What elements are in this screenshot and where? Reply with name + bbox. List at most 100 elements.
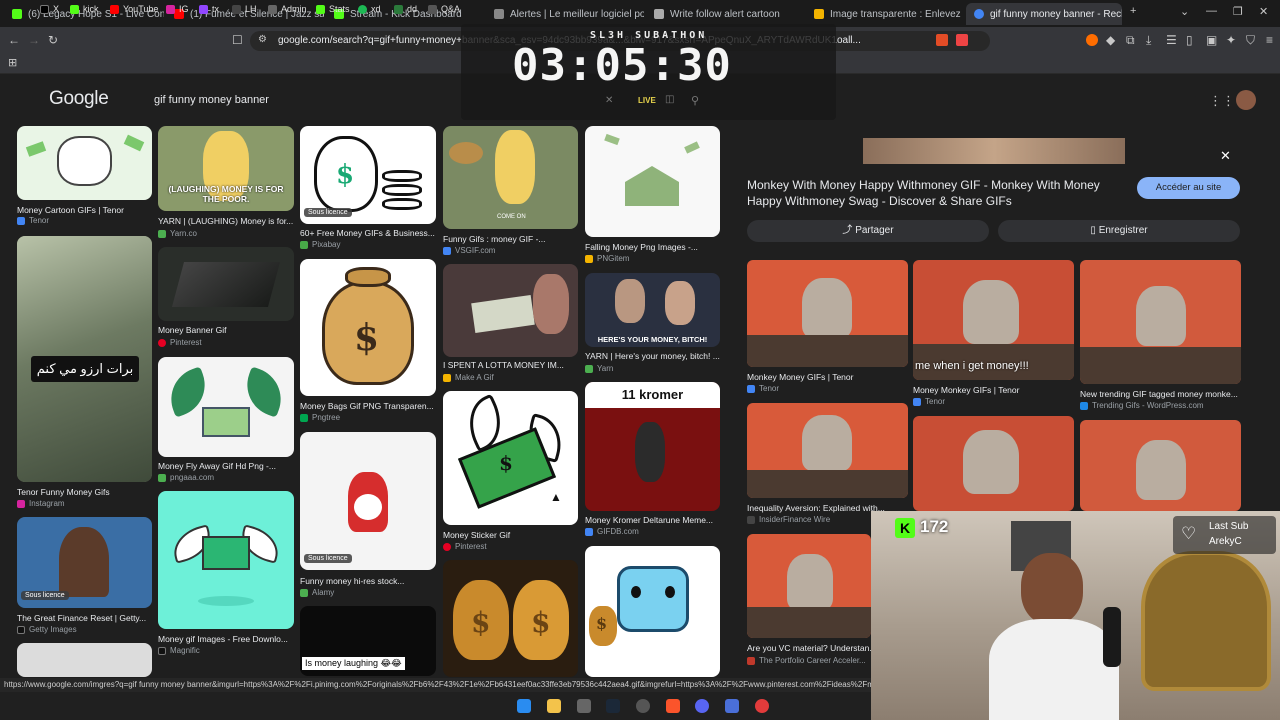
obs-icon[interactable] [636, 699, 650, 713]
puzzle-icon[interactable]: ⧉ [1126, 33, 1135, 48]
result-image[interactable] [17, 126, 152, 200]
result-image[interactable]: $ [585, 546, 720, 677]
steam-icon[interactable] [606, 699, 620, 713]
result-image[interactable] [158, 357, 294, 457]
minimize-icon[interactable]: — [1206, 5, 1217, 17]
search-input[interactable]: gif funny money banner [140, 86, 460, 114]
ai-icon[interactable]: ✦ [1226, 33, 1236, 47]
tab-google-search[interactable]: gif funny money banner - Rech✕ [966, 3, 1122, 25]
share-button[interactable]: ⤴ Partager [747, 220, 989, 242]
brave-extension-icon[interactable] [1086, 34, 1098, 46]
result-caption[interactable]: Money gif Images - Free Downlo... [158, 634, 296, 644]
related-caption[interactable]: New trending GIF tagged money monke... [1080, 389, 1240, 399]
extension-icon[interactable] [936, 34, 948, 46]
tab-alertes[interactable]: Alertes | Le meilleur logiciel pour l [486, 3, 644, 25]
result-image[interactable]: $ Sous licence [300, 126, 436, 224]
discord-icon[interactable] [695, 699, 709, 713]
back-icon[interactable]: ← [8, 33, 20, 47]
extension-icon[interactable] [956, 34, 968, 46]
result-caption[interactable]: 60+ Free Money GIFs & Business... [300, 228, 438, 238]
result-caption[interactable]: Funny money hi-res stock... [300, 576, 438, 586]
result-image[interactable]: HERE'S YOUR MONEY, BITCH! [585, 273, 720, 347]
result-image[interactable] [158, 247, 294, 321]
wallet-icon[interactable]: ▣ [1206, 33, 1217, 47]
related-caption[interactable]: Are you VC material? Understan... [747, 643, 871, 653]
result-image[interactable]: $ [300, 259, 436, 396]
related-caption[interactable]: Monkey Money GIFs | Tenor [747, 372, 907, 382]
result-caption[interactable]: YARN | Here's your money, bitch! ... [585, 351, 723, 361]
result-caption[interactable]: Money Bags Gif PNG Transparen... [300, 401, 438, 411]
panel-title[interactable]: Monkey With Money Happy Withmoney GIF - … [747, 177, 1117, 209]
search-icon[interactable]: ⚲ [691, 94, 699, 107]
site-info-icon[interactable]: ⚙ [258, 34, 267, 45]
maximize-icon[interactable]: ❐ [1233, 5, 1243, 18]
related-image[interactable] [913, 416, 1074, 511]
result-caption[interactable]: Funny Gifs : money GIF -... [443, 234, 581, 244]
result-caption[interactable]: Tenor Funny Money Gifs [17, 487, 155, 497]
app-icon[interactable] [725, 699, 739, 713]
bookmark-kick[interactable]: kick [70, 4, 99, 14]
preview-image[interactable] [863, 138, 1125, 164]
result-caption[interactable]: Falling Money Png Images -... [585, 242, 723, 252]
google-logo[interactable]: Google [49, 88, 109, 110]
related-image[interactable] [1080, 260, 1241, 384]
result-caption[interactable]: Money Banner Gif [158, 325, 296, 335]
result-image[interactable]: Sous licence [17, 517, 152, 608]
related-image[interactable] [747, 534, 871, 638]
related-image[interactable] [747, 260, 908, 367]
reload-icon[interactable]: ↻ [48, 33, 58, 47]
related-image[interactable] [747, 403, 908, 498]
file-explorer-icon[interactable] [547, 699, 561, 713]
result-image[interactable]: $ [443, 391, 578, 525]
apps-icon[interactable]: ⊞ [8, 56, 17, 69]
bookmark-x[interactable]: X [40, 4, 59, 14]
result-image[interactable]: Sous licence [300, 432, 436, 570]
bookmark-dd[interactable]: dd [394, 4, 417, 14]
bookmark-icon[interactable]: ☐ [232, 33, 243, 47]
bookmark-stats[interactable]: Stats [316, 4, 350, 14]
result-image[interactable] [17, 643, 152, 677]
extension-icon[interactable]: ◆ [1106, 33, 1115, 47]
result-image[interactable]: 11 kromer [585, 382, 720, 511]
bookmark-ig[interactable]: IG [166, 4, 189, 14]
related-image[interactable]: me when i get money!!! [913, 260, 1074, 380]
result-image[interactable]: COME ON [443, 126, 578, 229]
clear-search-icon[interactable]: ✕ [605, 95, 613, 106]
app-icon[interactable] [755, 699, 769, 713]
close-window-icon[interactable]: ✕ [1259, 5, 1268, 18]
download-icon[interactable]: ⤓ [1146, 33, 1151, 48]
related-caption[interactable]: Money Monkey GIFs | Tenor [913, 385, 1073, 395]
windows-start-icon[interactable] [517, 699, 531, 713]
tab-image-transparente[interactable]: Image transparente : Enlevez le fon [806, 3, 964, 25]
result-caption[interactable]: Money Kromer Deltarune Meme... [585, 515, 723, 525]
bookmark-tx[interactable]: tx [199, 4, 219, 14]
bookmark-qa[interactable]: Q&A [428, 4, 460, 14]
app-icon[interactable] [577, 699, 591, 713]
result-caption[interactable]: The Great Finance Reset | Getty... [17, 613, 155, 623]
visit-site-button[interactable]: Accéder au site [1137, 177, 1240, 199]
sidebar-icon[interactable]: ▯ [1186, 33, 1193, 47]
close-panel-icon[interactable]: ✕ [1220, 148, 1231, 164]
result-image[interactable] [158, 491, 294, 629]
related-image[interactable] [1080, 420, 1241, 511]
history-icon[interactable]: ☰ [1166, 33, 1177, 47]
result-caption[interactable]: Money Cartoon GIFs | Tenor [17, 205, 155, 215]
image-search-icon[interactable]: ◫ [665, 94, 674, 105]
apps-grid-icon[interactable]: ⋮⋮ [1209, 93, 1235, 109]
avatar[interactable] [1236, 90, 1256, 110]
brave-icon[interactable] [666, 699, 680, 713]
bookmark-lh[interactable]: LH [232, 4, 257, 14]
result-image[interactable]: $ $ [443, 560, 578, 677]
result-image[interactable] [585, 126, 720, 237]
result-image[interactable]: برات ارزو مي كنم [17, 236, 152, 482]
shield-icon[interactable]: ⛉ [1246, 33, 1255, 48]
new-tab-button[interactable]: + [1130, 5, 1136, 17]
menu-icon[interactable]: ≡ [1266, 33, 1273, 47]
result-caption[interactable]: YARN | (LAUGHING) Money is for... [158, 216, 296, 226]
result-caption[interactable]: Money Fly Away Gif Hd Png -... [158, 461, 296, 471]
forward-icon[interactable]: → [28, 33, 40, 47]
result-image[interactable]: Is money laughing 😂😂 [300, 606, 436, 676]
result-image[interactable] [443, 264, 578, 357]
bookmark-xd[interactable]: xd [358, 4, 381, 14]
tab-follow-alert[interactable]: Write follow alert cartoon [646, 3, 804, 25]
